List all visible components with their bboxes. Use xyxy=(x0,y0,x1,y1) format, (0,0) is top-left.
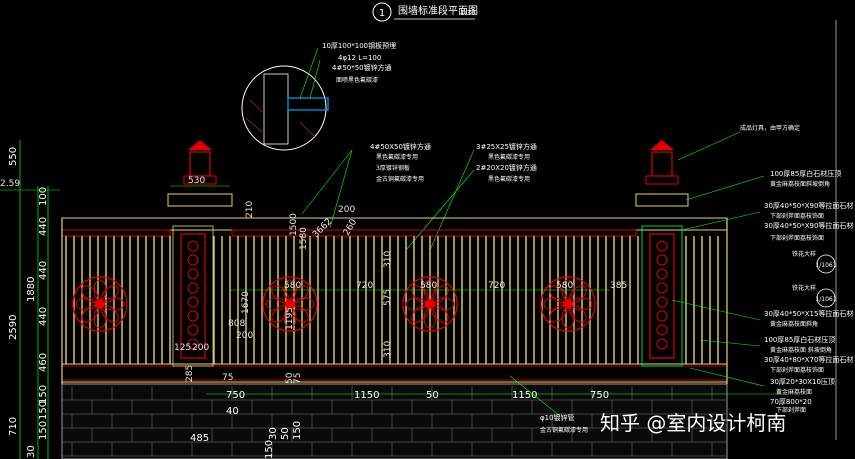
vdim-710: 710 xyxy=(8,417,19,436)
vdim-440c: 440 xyxy=(38,307,49,326)
detail-callout-4: 面喷黑色氟碳漆 xyxy=(336,76,378,84)
vdim-150c: 150 xyxy=(38,421,49,440)
right-note-4: 下部剁斧面荔枝饰面 xyxy=(770,212,824,220)
right-note-3: 30厚40*50*X90等拉面石材 xyxy=(764,201,853,210)
bottom-note-2: 金古铜氟碳漆专用 xyxy=(540,426,588,434)
dim-75b: 75 xyxy=(293,373,303,384)
dim-1670: 1670 xyxy=(241,291,251,314)
detail-ref-1-code: 1/1061 xyxy=(815,262,836,269)
dim-750a: 750 xyxy=(226,390,245,401)
vdim-100: 100 xyxy=(38,187,49,206)
dim-150e: 150 xyxy=(264,440,275,459)
right-note-0: 成品灯具，由甲方确定 xyxy=(740,124,800,132)
vdim-550: 550 xyxy=(8,147,19,166)
right-note-1: 100厚85厚白石材压顶 xyxy=(770,169,841,178)
dim-200-inner: 200 xyxy=(236,331,253,341)
vdim-1880: 1880 xyxy=(26,277,37,302)
vdim-440b: 440 xyxy=(38,261,49,280)
dim-720b: 720 xyxy=(488,281,505,291)
vdim-150b: 150 xyxy=(38,401,49,420)
mid-callout-left-1: 4#50X50镀锌方通 xyxy=(370,142,431,151)
right-note-8: 黄金麻荔枝面斜角 xyxy=(770,320,818,328)
dim-385: 385 xyxy=(610,281,627,291)
vdim-30: 30 xyxy=(26,445,37,458)
detail-callout-2: 4φ12 L=100 xyxy=(338,54,381,62)
dim-310a: 310 xyxy=(383,251,393,268)
mid-callout-left-2: 黑色氟碳漆专用 xyxy=(376,153,418,161)
dim-580a: 580 xyxy=(284,281,301,291)
dim-50: 50 xyxy=(426,390,439,401)
detail-callout-3: 4#50*50镀锌方通 xyxy=(332,63,392,72)
title-scale: 1:30 xyxy=(460,9,476,17)
dim-200: 200 xyxy=(338,205,355,215)
watermark: 知乎 @室内设计柯南 xyxy=(600,411,786,435)
dim-720a: 720 xyxy=(356,281,373,291)
right-note-9: 100厚85厚白石材压顶 xyxy=(764,335,835,344)
mid-callout-right-4: 黑色氟碳漆专用 xyxy=(488,175,530,183)
dim-1150a: 1150 xyxy=(354,390,379,401)
right-note-5: 30厚40*50*X90等拉面石材 xyxy=(764,221,853,230)
mid-callout-right-2: 黑色氟碳漆专用 xyxy=(488,153,530,161)
vdim-460: 460 xyxy=(38,353,49,372)
mid-callout-left-4: 金古铜氟碳漆专用 xyxy=(376,175,424,183)
dim-485: 485 xyxy=(190,433,209,444)
mid-callout-left-3: 3厚镀锌钢板 xyxy=(376,164,410,172)
dim-580b: 580 xyxy=(420,281,437,291)
right-note-11: 30厚40*80*X70等拉面石材 xyxy=(764,355,853,364)
dim-575: 575 xyxy=(383,289,393,306)
dim-1580: 1580 xyxy=(299,227,309,250)
dim-75: 75 xyxy=(222,373,233,383)
detail-ref-2-label: 铁花大样 xyxy=(792,284,816,292)
right-note-10: 黄金麻荔枝面 斜坡倒角 xyxy=(770,346,832,354)
dim-808: 808 xyxy=(228,319,245,329)
dim-50b: 50 xyxy=(280,427,291,440)
right-note-13: 30厚20*30X10压顶 xyxy=(770,378,835,386)
mid-callout-right-3: 2#20X20镀锌方通 xyxy=(476,163,537,172)
dim-750b: 750 xyxy=(590,390,609,401)
dim-530: 530 xyxy=(188,176,205,186)
right-note-2: 黄金麻荔枝面斜坡倒角 xyxy=(770,180,830,188)
right-note-14: 黄金麻荔枝面 xyxy=(776,388,812,396)
detail-ref-1-label: 铁花大样 xyxy=(792,250,816,258)
right-note-7: 30厚40*50*X15等拉面石材 xyxy=(764,309,853,318)
cad-drawing-canvas: 1 围墙标准段平面图 1:30 10厚100*100钢板预埋 4φ12 L=10… xyxy=(0,0,855,459)
rosette-center xyxy=(563,299,573,309)
rosette-center xyxy=(95,299,105,309)
dim-1150b: 1150 xyxy=(512,390,537,401)
dim-210: 210 xyxy=(245,201,255,218)
right-note-15: 70厚800*20 xyxy=(770,398,812,406)
detail-callout-1: 10厚100*100钢板预埋 xyxy=(322,41,396,50)
dim-40: 40 xyxy=(226,406,239,417)
dim-580c: 580 xyxy=(556,281,573,291)
dim-310b: 310 xyxy=(383,341,393,358)
dim-1195: 1195 xyxy=(285,307,295,330)
dim-30: 30 xyxy=(268,427,279,440)
dim-125: 125 xyxy=(174,343,191,353)
rosette-center xyxy=(425,299,435,309)
vdim-2590: 2590 xyxy=(8,315,19,340)
dim-1500: 1500 xyxy=(289,213,299,236)
dim-150d: 150 xyxy=(292,421,303,440)
dim-285: 285 xyxy=(185,365,195,382)
detail-ref-2-code: 1/1061 xyxy=(815,296,836,303)
dim-200-post: 200 xyxy=(192,343,209,353)
right-note-12: 下部剁斧面荔枝饰面 xyxy=(770,366,824,374)
mid-callout-right-1: 3#25X25镀锌方通 xyxy=(476,142,537,151)
vdim-259: 2.59 xyxy=(0,179,20,189)
right-note-6: 下部剁斧面荔枝饰面 xyxy=(770,234,824,242)
title-number: 1 xyxy=(379,8,385,19)
bottom-note-1: φ10镀锌管 xyxy=(540,413,575,422)
vdim-440a: 440 xyxy=(38,217,49,236)
